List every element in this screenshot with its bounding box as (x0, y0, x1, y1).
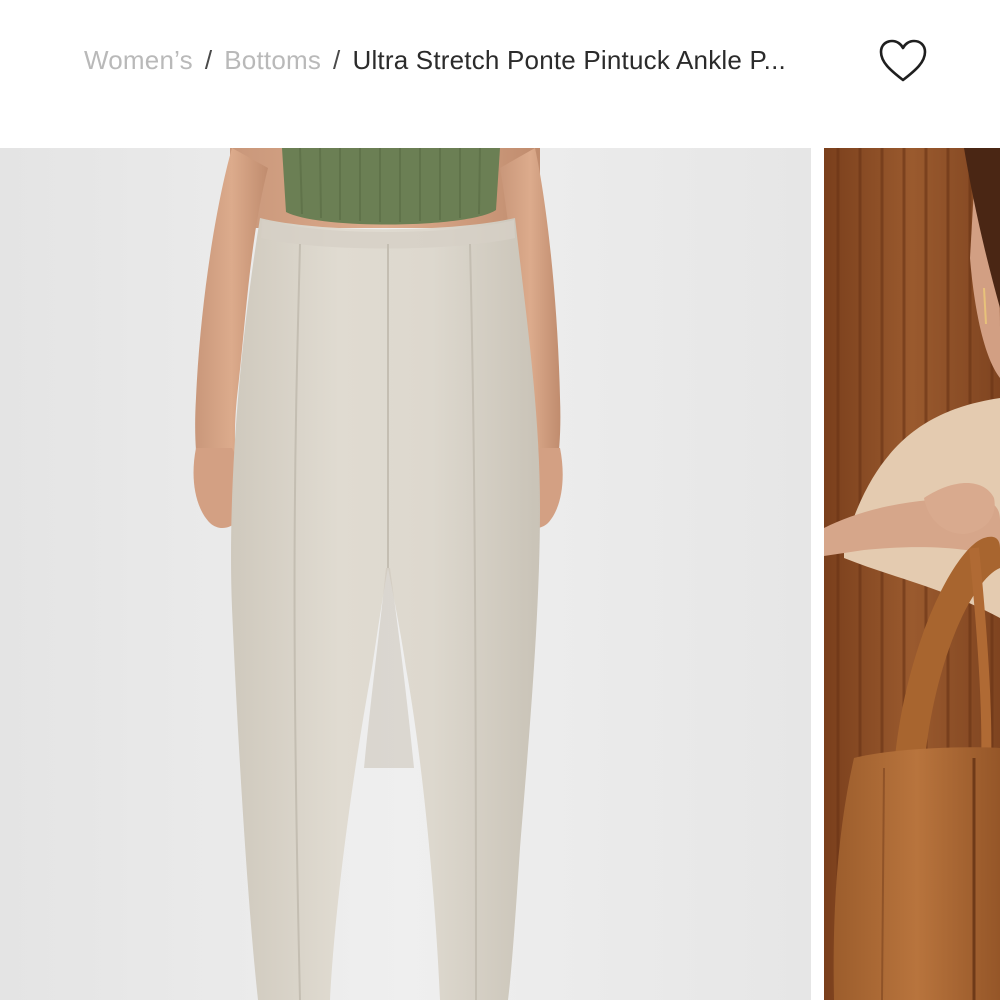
product-photo-secondary[interactable] (824, 148, 1000, 1000)
product-image-gallery (0, 148, 1000, 1000)
product-photo-main[interactable] (0, 148, 811, 1000)
add-to-wishlist-button[interactable] (876, 36, 930, 86)
model-pants-illustration (0, 148, 811, 1000)
page-header: Women’s / Bottoms / Ultra Stretch Ponte … (0, 0, 1000, 148)
breadcrumb-current-product: Ultra Stretch Ponte Pintuck Ankle P... (352, 44, 786, 75)
breadcrumb-separator: / (333, 44, 341, 75)
breadcrumb-separator: / (204, 44, 213, 75)
heart-outline-icon (879, 39, 927, 82)
breadcrumb-link-bottoms[interactable]: Bottoms (224, 45, 321, 76)
model-bag-illustration (824, 148, 1000, 1000)
breadcrumb: Women’s / Bottoms / Ultra Stretch Ponte … (84, 42, 786, 78)
breadcrumb-link-womens[interactable]: Women’s (84, 45, 193, 76)
